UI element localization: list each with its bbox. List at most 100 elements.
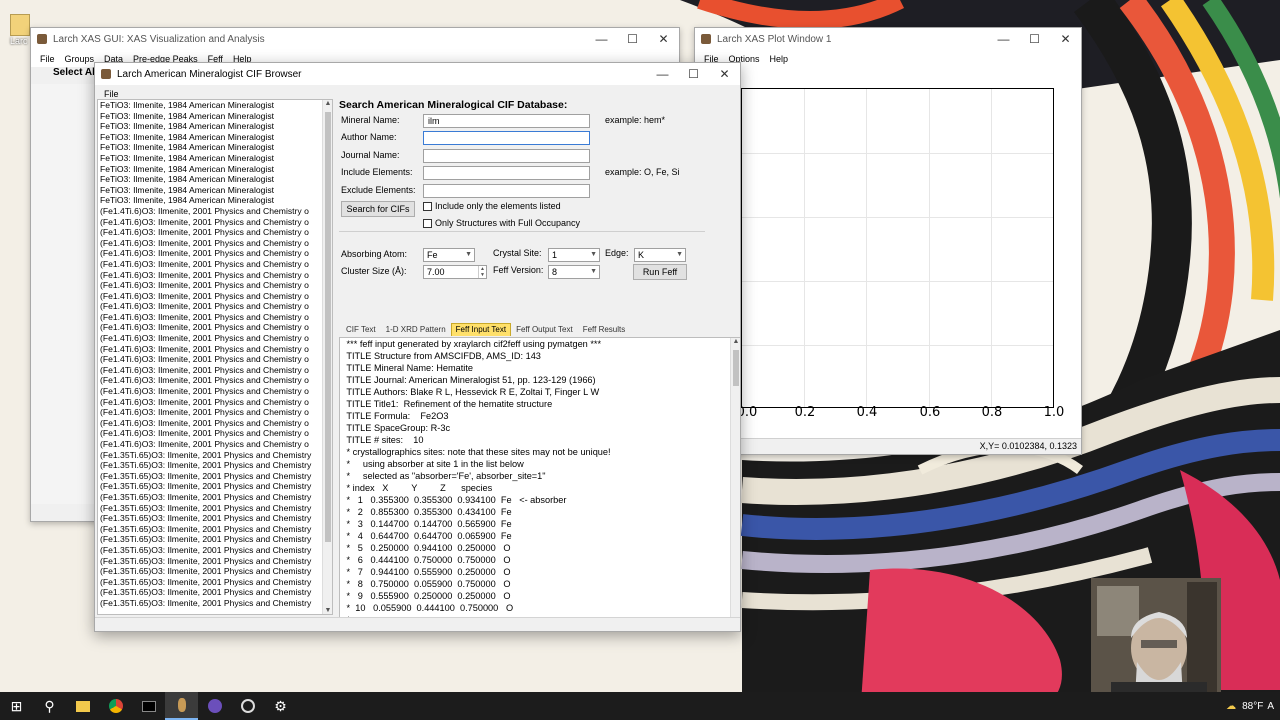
run-feff-button[interactable]: Run Feff (633, 264, 687, 280)
feff-input-textarea[interactable]: *** feff input generated by xraylarch ci… (339, 337, 740, 631)
cif-list-item[interactable]: (Fe1.4Ti.6)O3: Ilmenite, 2001 Physics an… (98, 227, 332, 238)
cif-menu-file[interactable]: File (104, 89, 119, 99)
cif-list-item[interactable]: FeTiO3: Ilmenite, 1984 American Mineralo… (98, 142, 332, 153)
author-name-field[interactable] (423, 131, 590, 145)
cif-list-item[interactable]: (Fe1.4Ti.6)O3: Ilmenite, 2001 Physics an… (98, 407, 332, 418)
terminal-icon[interactable] (132, 692, 165, 720)
cif-list-item[interactable]: (Fe1.4Ti.6)O3: Ilmenite, 2001 Physics an… (98, 270, 332, 281)
absorbing-atom-select[interactable]: Fe ▼ (423, 248, 475, 262)
only-listed-checkbox[interactable]: Include only the elements listed (423, 201, 561, 211)
cif-result-list[interactable]: FeTiO3: Ilmenite, 1984 American Mineralo… (97, 99, 333, 615)
cif-list-item[interactable]: (Fe1.4Ti.6)O3: Ilmenite, 2001 Physics an… (98, 259, 332, 270)
edge-select[interactable]: K ▼ (634, 248, 686, 262)
cif-list-item[interactable]: (Fe1.4Ti.6)O3: Ilmenite, 2001 Physics an… (98, 386, 332, 397)
scrollbar-thumb[interactable] (325, 112, 331, 542)
cif-list-item[interactable]: (Fe1.35Ti.65)O3: Ilmenite, 2001 Physics … (98, 577, 332, 588)
tray-overflow[interactable]: A (1267, 701, 1274, 712)
close-icon[interactable]: ✕ (709, 63, 740, 85)
cluster-size-spinner[interactable]: 7.00 ▲ ▼ (423, 265, 487, 279)
plot-window[interactable]: Larch XAS Plot Window 1 — ☐ ✕ File Optio… (694, 27, 1082, 455)
cif-list-item[interactable]: (Fe1.4Ti.6)O3: Ilmenite, 2001 Physics an… (98, 206, 332, 217)
mineral-name-field[interactable]: ilm (423, 114, 590, 128)
tab-feff-results[interactable]: Feff Results (578, 323, 631, 336)
cif-list-item[interactable]: (Fe1.35Ti.65)O3: Ilmenite, 2001 Physics … (98, 566, 332, 577)
maximize-icon[interactable]: ☐ (1019, 28, 1050, 50)
scroll-up-icon[interactable]: ▲ (323, 100, 332, 107)
cif-list-item[interactable]: (Fe1.4Ti.6)O3: Ilmenite, 2001 Physics an… (98, 301, 332, 312)
search-icon[interactable]: ⚲ (33, 692, 66, 720)
menu-file[interactable]: File (40, 54, 55, 64)
cif-list-item[interactable]: (Fe1.4Ti.6)O3: Ilmenite, 2001 Physics an… (98, 418, 332, 429)
tab-cif-text[interactable]: CIF Text (341, 323, 381, 336)
cif-list-item[interactable]: (Fe1.4Ti.6)O3: Ilmenite, 2001 Physics an… (98, 375, 332, 386)
scroll-down-icon[interactable]: ▼ (323, 607, 332, 614)
cif-list-item[interactable]: (Fe1.35Ti.65)O3: Ilmenite, 2001 Physics … (98, 503, 332, 514)
scroll-up-icon[interactable]: ▲ (731, 338, 740, 345)
checkbox-box[interactable] (423, 201, 432, 211)
select-all-button[interactable]: Select All (53, 67, 98, 78)
settings-gear-icon[interactable]: ⚙ (264, 692, 297, 720)
full-occupancy-checkbox[interactable]: Only Structures with Full Occupancy (423, 218, 580, 228)
tab-feff-output-text[interactable]: Feff Output Text (511, 323, 578, 336)
cif-list-item[interactable]: (Fe1.35Ti.65)O3: Ilmenite, 2001 Physics … (98, 450, 332, 461)
feff-version-select[interactable]: 8 ▼ (548, 265, 600, 279)
include-elements-field[interactable] (423, 166, 590, 180)
plot-area[interactable] (741, 88, 1054, 408)
cif-list-item[interactable]: (Fe1.4Ti.6)O3: Ilmenite, 2001 Physics an… (98, 238, 332, 249)
journal-name-field[interactable] (423, 149, 590, 163)
tab-feff-input-text[interactable]: Feff Input Text (450, 323, 512, 336)
checkbox-box[interactable] (423, 218, 432, 228)
chrome-icon[interactable] (99, 692, 132, 720)
main-titlebar[interactable]: Larch XAS GUI: XAS Visualization and Ana… (31, 28, 679, 50)
cif-titlebar[interactable]: Larch American Mineralogist CIF Browser … (95, 63, 740, 85)
cif-list-item[interactable]: FeTiO3: Ilmenite, 1984 American Mineralo… (98, 185, 332, 196)
minimize-icon[interactable]: — (988, 28, 1019, 50)
close-icon[interactable]: ✕ (648, 28, 679, 50)
menu-groups[interactable]: Groups (65, 54, 95, 64)
cif-list-item[interactable]: (Fe1.35Ti.65)O3: Ilmenite, 2001 Physics … (98, 545, 332, 556)
cif-list-item[interactable]: (Fe1.4Ti.6)O3: Ilmenite, 2001 Physics an… (98, 354, 332, 365)
scrollbar-thumb[interactable] (733, 350, 739, 386)
cif-list-item[interactable]: (Fe1.35Ti.65)O3: Ilmenite, 2001 Physics … (98, 524, 332, 535)
cif-list-item[interactable]: FeTiO3: Ilmenite, 1984 American Mineralo… (98, 174, 332, 185)
tab-xrd-pattern[interactable]: 1-D XRD Pattern (381, 323, 451, 336)
cif-list-item[interactable]: (Fe1.4Ti.6)O3: Ilmenite, 2001 Physics an… (98, 217, 332, 228)
minimize-icon[interactable]: — (647, 63, 678, 85)
cif-list-item[interactable]: (Fe1.4Ti.6)O3: Ilmenite, 2001 Physics an… (98, 365, 332, 376)
maximize-icon[interactable]: ☐ (678, 63, 709, 85)
larch-taskbar-icon[interactable] (165, 692, 198, 720)
cif-list-item[interactable]: FeTiO3: Ilmenite, 1984 American Mineralo… (98, 153, 332, 164)
cif-browser-window[interactable]: Larch American Mineralogist CIF Browser … (94, 62, 741, 632)
cif-list-item[interactable]: (Fe1.4Ti.6)O3: Ilmenite, 2001 Physics an… (98, 312, 332, 323)
exclude-elements-field[interactable] (423, 184, 590, 198)
weather-icon[interactable]: ☁ (1226, 701, 1236, 712)
cif-list-item[interactable]: (Fe1.4Ti.6)O3: Ilmenite, 2001 Physics an… (98, 344, 332, 355)
cif-list-item[interactable]: (Fe1.4Ti.6)O3: Ilmenite, 2001 Physics an… (98, 291, 332, 302)
cif-list-item[interactable]: (Fe1.35Ti.65)O3: Ilmenite, 2001 Physics … (98, 492, 332, 503)
cif-list-item[interactable]: FeTiO3: Ilmenite, 1984 American Mineralo… (98, 132, 332, 143)
spin-arrows-icon[interactable]: ▲ ▼ (478, 266, 486, 278)
weather-temperature[interactable]: 88°F (1242, 701, 1263, 712)
cif-list-item[interactable]: (Fe1.35Ti.65)O3: Ilmenite, 2001 Physics … (98, 598, 332, 609)
file-explorer-icon[interactable] (66, 692, 99, 720)
cif-list-item[interactable]: (Fe1.35Ti.65)O3: Ilmenite, 2001 Physics … (98, 513, 332, 524)
cif-list-item[interactable]: (Fe1.4Ti.6)O3: Ilmenite, 2001 Physics an… (98, 322, 332, 333)
cif-list-item[interactable]: FeTiO3: Ilmenite, 1984 American Mineralo… (98, 111, 332, 122)
cif-list-item[interactable]: (Fe1.4Ti.6)O3: Ilmenite, 2001 Physics an… (98, 428, 332, 439)
cif-list-item[interactable]: FeTiO3: Ilmenite, 1984 American Mineralo… (98, 164, 332, 175)
cif-list-item[interactable]: (Fe1.35Ti.65)O3: Ilmenite, 2001 Physics … (98, 556, 332, 567)
cif-list-item[interactable]: (Fe1.35Ti.65)O3: Ilmenite, 2001 Physics … (98, 587, 332, 598)
cif-list-item[interactable]: (Fe1.35Ti.65)O3: Ilmenite, 2001 Physics … (98, 471, 332, 482)
cif-list-item[interactable]: FeTiO3: Ilmenite, 1984 American Mineralo… (98, 195, 332, 206)
cif-list-item[interactable]: (Fe1.4Ti.6)O3: Ilmenite, 2001 Physics an… (98, 248, 332, 259)
cif-list-item[interactable]: (Fe1.35Ti.65)O3: Ilmenite, 2001 Physics … (98, 481, 332, 492)
plot-titlebar[interactable]: Larch XAS Plot Window 1 — ☐ ✕ (695, 28, 1081, 50)
cif-list-item[interactable]: (Fe1.35Ti.65)O3: Ilmenite, 2001 Physics … (98, 534, 332, 545)
cif-list-item[interactable]: (Fe1.4Ti.6)O3: Ilmenite, 2001 Physics an… (98, 280, 332, 291)
search-for-cifs-button[interactable]: Search for CIFs (341, 201, 415, 217)
group-list[interactable] (31, 84, 95, 504)
maximize-icon[interactable]: ☐ (617, 28, 648, 50)
close-icon[interactable]: ✕ (1050, 28, 1081, 50)
cif-list-item[interactable]: FeTiO3: Ilmenite, 1984 American Mineralo… (98, 100, 332, 111)
cif-list-item[interactable]: (Fe1.4Ti.6)O3: Ilmenite, 2001 Physics an… (98, 397, 332, 408)
